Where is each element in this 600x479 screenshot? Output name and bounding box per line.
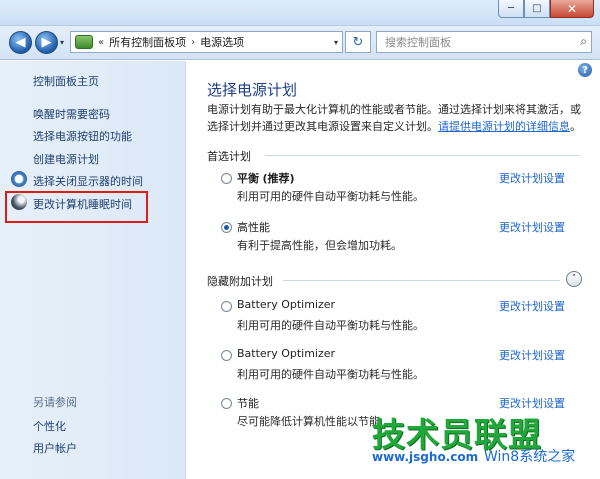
maximize-button[interactable]: □ bbox=[524, 0, 550, 18]
title-bar: ─ □ ✕ bbox=[0, 0, 600, 26]
change-plan-settings-link[interactable]: 更改计划设置 bbox=[499, 347, 565, 363]
sidebar-item-power-buttons[interactable]: 选择电源按钮的功能 bbox=[33, 128, 132, 144]
history-dropdown-icon[interactable]: ▾ bbox=[60, 38, 64, 47]
plan-description: 利用可用的硬件自动平衡功耗与性能。 bbox=[237, 190, 424, 203]
address-bar[interactable]: « 所有控制面板项 › 电源选项 ▾ bbox=[70, 31, 343, 53]
divider bbox=[265, 155, 580, 156]
plan-description: 尽可能降低计算机性能以节能 bbox=[237, 415, 380, 428]
hidden-plans-heading: 隐藏附加计划 bbox=[207, 275, 273, 288]
page-title: 选择电源计划 bbox=[207, 81, 298, 99]
address-dropdown-icon[interactable]: ▾ bbox=[334, 38, 338, 47]
arrow-right-icon: ▶ bbox=[41, 35, 52, 50]
plan-description: 有利于提高性能，但会增加功耗。 bbox=[237, 239, 402, 252]
change-plan-settings-link[interactable]: 更改计划设置 bbox=[499, 298, 565, 314]
search-box: ⌕ bbox=[376, 31, 592, 53]
plan-name[interactable]: 高性能 bbox=[237, 219, 270, 235]
plan-name[interactable]: 节能 bbox=[237, 395, 259, 411]
sidebar-item-user-accounts[interactable]: 用户帐户 bbox=[33, 440, 77, 456]
plan-description: 利用可用的硬件自动平衡功耗与性能。 bbox=[237, 319, 424, 332]
sidebar: 控制面板主页 唤醒时需要密码 选择电源按钮的功能 创建电源计划 选择关闭显示器的… bbox=[0, 61, 186, 479]
minimize-button[interactable]: ─ bbox=[498, 0, 524, 18]
sidebar-item-display-off-time[interactable]: 选择关闭显示器的时间 bbox=[33, 173, 143, 189]
plan-name[interactable]: Battery Optimizer bbox=[237, 298, 335, 311]
radio-high-performance[interactable] bbox=[221, 222, 232, 233]
divider bbox=[283, 280, 560, 281]
see-also-heading: 另请参阅 bbox=[33, 396, 77, 409]
preferred-plans-heading: 首选计划 bbox=[207, 150, 251, 163]
radio-balanced[interactable] bbox=[221, 173, 232, 184]
plan-name[interactable]: 平衡 (推荐) bbox=[237, 170, 295, 186]
highlight-box bbox=[5, 191, 148, 223]
radio-battery-optimizer-2[interactable] bbox=[221, 350, 232, 361]
navigation-bar: ◀ ▶ ▾ « 所有控制面板项 › 电源选项 ▾ ↻ ⌕ bbox=[0, 26, 600, 60]
sidebar-item-control-panel-home[interactable]: 控制面板主页 bbox=[33, 73, 99, 89]
change-plan-settings-link[interactable]: 更改计划设置 bbox=[499, 219, 565, 235]
refresh-icon: ↻ bbox=[352, 34, 364, 50]
page-description: 电源计划有助于最大化计算机的性能或者节能。通过选择计划来将其激活，或 选择计划并… bbox=[207, 103, 581, 133]
radio-battery-optimizer-1[interactable] bbox=[221, 301, 232, 312]
plan-name[interactable]: Battery Optimizer bbox=[237, 347, 335, 360]
watermark-url: www.jsgho.com bbox=[372, 450, 479, 464]
plan-description: 利用可用的硬件自动平衡功耗与性能。 bbox=[237, 368, 424, 381]
search-input[interactable] bbox=[377, 32, 567, 52]
back-button[interactable]: ◀ bbox=[9, 31, 32, 54]
breadcrumb-all-items[interactable]: 所有控制面板项 bbox=[109, 34, 186, 50]
clock-icon bbox=[11, 171, 27, 187]
breadcrumb-power-options[interactable]: 电源选项 bbox=[200, 34, 244, 50]
watermark-win: Win8系统之家 bbox=[484, 449, 576, 465]
close-button[interactable]: ✕ bbox=[550, 0, 594, 18]
plan-details-link[interactable]: 请提供电源计划的详细信息 bbox=[438, 120, 570, 133]
refresh-button[interactable]: ↻ bbox=[345, 31, 371, 53]
help-icon[interactable]: ? bbox=[578, 63, 592, 77]
window-controls: ─ □ ✕ bbox=[498, 0, 594, 18]
breadcrumb-separator-icon[interactable]: › bbox=[191, 37, 195, 48]
control-panel-icon bbox=[75, 35, 93, 49]
sidebar-item-personalization[interactable]: 个性化 bbox=[33, 418, 66, 434]
collapse-icon[interactable]: ˄ bbox=[566, 271, 582, 287]
forward-button[interactable]: ▶ bbox=[35, 31, 58, 54]
breadcrumb-overflow[interactable]: « bbox=[98, 37, 104, 48]
change-plan-settings-link[interactable]: 更改计划设置 bbox=[499, 170, 565, 186]
sidebar-item-create-plan[interactable]: 创建电源计划 bbox=[33, 151, 99, 167]
radio-power-saver[interactable] bbox=[221, 398, 232, 409]
sidebar-item-wake-password[interactable]: 唤醒时需要密码 bbox=[33, 106, 110, 122]
watermark: 技术员联盟 Win8系统之家 www.jsgho.com bbox=[372, 408, 600, 479]
arrow-left-icon: ◀ bbox=[15, 35, 26, 50]
search-icon[interactable]: ⌕ bbox=[580, 34, 587, 49]
